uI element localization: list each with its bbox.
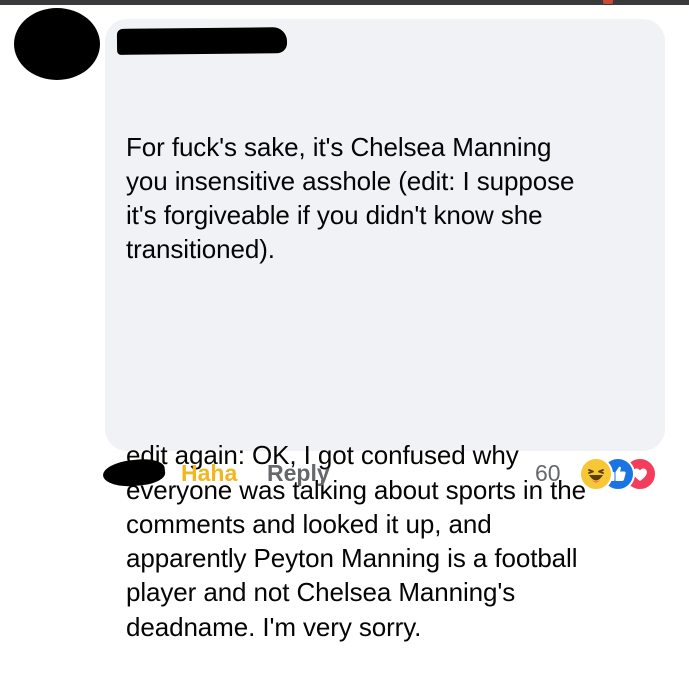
- notification-badge: [603, 0, 613, 4]
- reply-button[interactable]: Reply: [267, 460, 330, 487]
- reaction-button[interactable]: Haha: [181, 460, 237, 487]
- comment-body: For fuck's sake, it's Chelsea Manning yo…: [126, 61, 656, 678]
- comment-paragraph: For fuck's sake, it's Chelsea Manning yo…: [126, 131, 575, 265]
- reaction-summary[interactable]: [579, 457, 679, 491]
- haha-icon: [579, 457, 613, 491]
- top-window-strip: [0, 0, 689, 5]
- reaction-count[interactable]: 60: [535, 460, 561, 487]
- redacted-avatar: [14, 8, 100, 80]
- redacted-author-name: [116, 27, 288, 55]
